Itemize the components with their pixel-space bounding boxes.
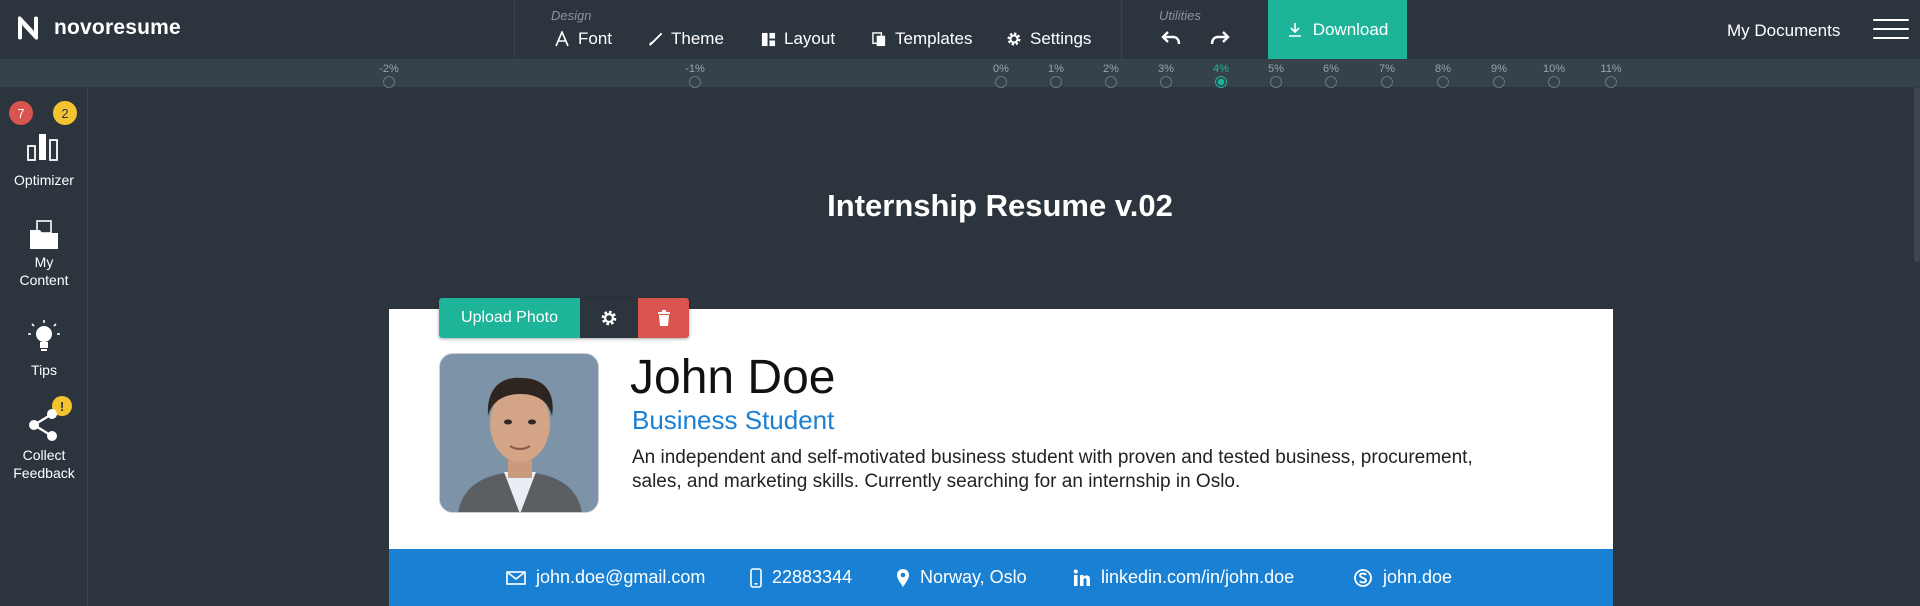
redo-icon: [1210, 31, 1230, 45]
layout-menu-label: Layout: [784, 29, 836, 48]
brand-logo[interactable]: novoresume: [16, 14, 181, 42]
sidebar-item-optimizer[interactable]: 7 2 Optimizer: [0, 87, 88, 197]
layout-icon: [761, 32, 776, 46]
gear-icon: [1007, 32, 1021, 46]
ruler-tick[interactable]: 7%: [1367, 59, 1407, 88]
contact-bar: john.doe@gmail.com 22883344 Norway, Oslo…: [389, 549, 1613, 606]
my-content-label-line1: My: [34, 254, 54, 270]
contact-linkedin-value: linkedin.com/in/john.doe: [1101, 567, 1295, 587]
ruler-tick[interactable]: 0%: [981, 59, 1021, 88]
download-label: Download: [1312, 19, 1389, 39]
ruler-tick[interactable]: -2%: [369, 59, 409, 88]
ruler-tick[interactable]: 6%: [1311, 59, 1351, 88]
photo-toolbar: Upload Photo: [439, 298, 689, 338]
document-title[interactable]: Internship Resume v.02: [88, 188, 1912, 224]
sidebar-item-my-content[interactable]: My Content: [0, 220, 88, 300]
undo-button[interactable]: [1161, 30, 1181, 51]
top-bar: novoresume Design Font Theme Layout Temp…: [0, 0, 1920, 59]
person-photo-icon: [440, 354, 598, 512]
templates-menu[interactable]: Templates: [872, 29, 972, 49]
design-group-label: Design: [551, 8, 592, 23]
redo-button[interactable]: [1210, 30, 1230, 51]
profile-photo[interactable]: [439, 353, 599, 513]
email-icon: [506, 570, 526, 585]
font-menu[interactable]: Font: [554, 29, 612, 49]
contact-phone[interactable]: 22883344: [750, 549, 852, 606]
contact-phone-value: 22883344: [772, 567, 853, 587]
ruler-tick[interactable]: 5%: [1256, 59, 1296, 88]
skype-icon: [1354, 568, 1372, 587]
my-content-label-line2: Content: [19, 272, 69, 288]
folder-icon: [30, 220, 58, 249]
sidebar-item-tips[interactable]: Tips: [0, 319, 88, 385]
download-button[interactable]: Download: [1268, 0, 1407, 59]
ruler-tick[interactable]: 8%: [1423, 59, 1463, 88]
brush-icon: [649, 32, 663, 46]
warnings-badge: 2: [53, 101, 77, 125]
ruler-tick[interactable]: 1%: [1036, 59, 1076, 88]
utilities-group: Utilities: [1123, 0, 1268, 59]
resume-name[interactable]: John Doe: [630, 350, 835, 405]
resume-role[interactable]: Business Student: [632, 405, 834, 436]
ruler-tick[interactable]: 10%: [1534, 59, 1574, 88]
font-icon: [555, 31, 569, 47]
location-icon: [897, 568, 909, 587]
utilities-group-label: Utilities: [1159, 8, 1201, 23]
layout-menu[interactable]: Layout: [761, 29, 835, 49]
tips-label: Tips: [31, 362, 57, 378]
settings-menu-label: Settings: [1030, 29, 1092, 48]
ruler-tick-active[interactable]: 4%: [1201, 59, 1241, 88]
linkedin-icon: [1073, 569, 1090, 586]
theme-menu-label: Theme: [671, 29, 724, 48]
upload-photo-button[interactable]: Upload Photo: [439, 298, 580, 338]
contact-skype[interactable]: john.doe: [1353, 549, 1452, 606]
templates-menu-label: Templates: [895, 29, 973, 48]
left-sidebar: 7 2 Optimizer My Content Tips ! Collect …: [0, 87, 88, 606]
errors-badge: 7: [9, 101, 33, 125]
phone-icon: [750, 567, 762, 588]
trash-icon: [657, 310, 670, 326]
brand-name: novoresume: [54, 16, 181, 39]
ruler-tick[interactable]: 11%: [1591, 59, 1631, 88]
contact-location[interactable]: Norway, Oslo: [896, 549, 1027, 606]
design-menu-group: Design Font Theme Layout Templates Setti…: [514, 0, 1122, 59]
my-documents-link[interactable]: My Documents: [1727, 21, 1840, 41]
contact-linkedin[interactable]: linkedin.com/in/john.doe: [1073, 549, 1294, 606]
undo-icon: [1161, 31, 1181, 45]
ruler-tick[interactable]: -1%: [675, 59, 715, 88]
ruler-tick[interactable]: 3%: [1146, 59, 1186, 88]
contact-skype-value: john.doe: [1383, 567, 1453, 587]
collect-feedback-label-line2: Feedback: [13, 465, 75, 481]
optimizer-icon: [27, 134, 58, 161]
delete-photo-button[interactable]: [638, 298, 689, 338]
ruler-tick[interactable]: 2%: [1091, 59, 1131, 88]
theme-menu[interactable]: Theme: [648, 29, 724, 49]
spacing-ruler: -2% -1% 0% 1% 2% 3% 4% 5% 6% 7% 8% 9% 10…: [0, 59, 1920, 88]
lightbulb-icon: [28, 320, 60, 351]
collect-feedback-label-line1: Collect: [22, 447, 66, 463]
logo-icon: [18, 16, 38, 40]
contact-email[interactable]: john.doe@gmail.com: [506, 549, 705, 606]
font-menu-label: Font: [578, 29, 613, 48]
sidebar-item-collect-feedback[interactable]: ! Collect Feedback: [0, 396, 88, 486]
share-icon: [29, 409, 57, 441]
download-icon: [1288, 22, 1301, 37]
templates-icon: [872, 31, 886, 46]
ruler-tick[interactable]: 9%: [1479, 59, 1519, 88]
settings-menu[interactable]: Settings: [1006, 29, 1091, 49]
resume-summary[interactable]: An independent and self-motivated busine…: [632, 446, 1492, 494]
scrollbar[interactable]: [1914, 87, 1920, 262]
contact-email-value: john.doe@gmail.com: [536, 567, 706, 587]
contact-location-value: Norway, Oslo: [920, 567, 1027, 587]
optimizer-label: Optimizer: [14, 172, 74, 188]
gear-icon: [601, 310, 617, 326]
menu-icon[interactable]: [1873, 19, 1909, 39]
photo-settings-button[interactable]: [580, 298, 638, 338]
